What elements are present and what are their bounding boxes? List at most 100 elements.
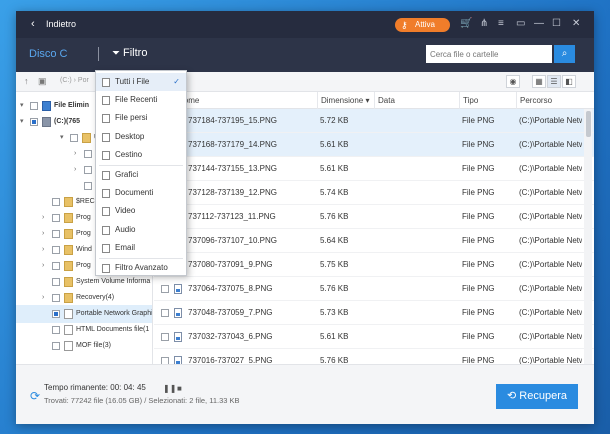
filter-menu-item[interactable]: Desktop: [96, 128, 186, 146]
filter-menu-item[interactable]: Tutti i File ✓: [96, 73, 186, 91]
table-row[interactable]: 737144-737155_13.PNG 5.61 KB File PNG (C:)\…: [154, 157, 594, 181]
tree-checkbox[interactable]: [52, 246, 60, 254]
close-icon[interactable]: ✕: [572, 18, 580, 29]
folder-icon: [82, 133, 91, 143]
table-row[interactable]: 737184-737195_15.PNG 5.72 KB File PNG (C:)\…: [154, 109, 594, 133]
tree-checkbox[interactable]: [52, 326, 60, 334]
filter-menu-item[interactable]: Documenti: [96, 184, 186, 202]
stop-icon[interactable]: ■: [177, 384, 182, 393]
disk-label[interactable]: Disco C: [29, 48, 68, 60]
up-arrow-icon[interactable]: ↑: [24, 76, 29, 86]
tree-checkbox[interactable]: [52, 310, 60, 318]
filter-button[interactable]: ⏷ Filtro: [112, 47, 147, 59]
filter-menu-item[interactable]: Filtro Avanzato: [96, 259, 186, 277]
recover-button[interactable]: ⟲ Recupera: [496, 384, 578, 409]
file-path: (C:)\Portable Netw...: [519, 212, 582, 221]
detail-view-button[interactable]: ◧: [562, 75, 576, 88]
share-icon[interactable]: ⋔: [480, 18, 488, 29]
file-type: File PNG: [462, 284, 495, 293]
file-name: 737096-737107_10.PNG: [188, 236, 277, 245]
filter-menu-label: Grafici: [115, 170, 139, 179]
tree-checkbox[interactable]: [52, 294, 60, 302]
vertical-scrollbar[interactable]: [584, 109, 592, 364]
tree-checkbox[interactable]: [30, 102, 38, 110]
table-row[interactable]: 737168-737179_14.PNG 5.61 KB File PNG (C:)\…: [154, 133, 594, 157]
filter-label: Filtro: [123, 47, 148, 59]
file-type: File PNG: [462, 212, 495, 221]
table-row[interactable]: 737096-737107_10.PNG 5.64 KB File PNG (C:)\…: [154, 229, 594, 253]
filter-menu-item[interactable]: Audio: [96, 221, 186, 239]
row-checkbox[interactable]: [161, 309, 169, 317]
list-icon: ☰: [550, 77, 558, 86]
table-row[interactable]: 737080-737091_9.PNG 5.75 KB File PNG (C:)\P…: [154, 253, 594, 277]
filter-menu-label: Video: [115, 206, 136, 216]
pause-icon[interactable]: ❚❚: [163, 384, 176, 393]
tree-checkbox[interactable]: [52, 342, 60, 350]
file-type-icon: [102, 132, 110, 142]
tree-checkbox[interactable]: [84, 182, 92, 190]
filter-menu-item[interactable]: Email: [96, 239, 186, 257]
column-date[interactable]: Data: [374, 92, 459, 109]
column-size[interactable]: Dimensione ▾: [317, 92, 374, 109]
filter-menu-label: File Recenti: [115, 95, 158, 105]
menu-icon[interactable]: ≡: [498, 18, 504, 29]
png-file-icon: [174, 284, 182, 294]
search-button[interactable]: ⌕: [554, 45, 575, 63]
tree-checkbox[interactable]: [84, 150, 92, 158]
search-input[interactable]: [426, 45, 552, 63]
file-path: (C:)\Portable Netw...: [519, 284, 582, 293]
file-size: 5.76 KB: [320, 212, 349, 221]
activate-button[interactable]: ⚷ Attiva: [395, 18, 450, 32]
file-type-icon: [102, 225, 110, 235]
restore-icon[interactable]: ▭: [516, 18, 525, 29]
chevron-left-icon[interactable]: ‹: [31, 18, 35, 30]
folder-icon: [64, 197, 73, 207]
preview-button[interactable]: ◉: [506, 75, 520, 88]
file-name: 737032-737043_6.PNG: [188, 332, 273, 341]
row-checkbox[interactable]: [161, 333, 169, 341]
table-row[interactable]: 737128-737139_12.PNG 5.74 KB File PNG (C:)\…: [154, 181, 594, 205]
maximize-icon[interactable]: ☐: [552, 18, 561, 29]
column-path[interactable]: Percorso: [516, 92, 594, 109]
back-button[interactable]: Indietro: [46, 19, 76, 29]
table-row[interactable]: 737112-737123_11.PNG 5.76 KB File PNG (C:)\…: [154, 205, 594, 229]
tree-checkbox[interactable]: [84, 166, 92, 174]
grid-view-button[interactable]: ▦: [532, 75, 546, 88]
list-view-button[interactable]: ☰: [547, 75, 561, 88]
minimize-icon[interactable]: —: [534, 18, 544, 29]
table-row[interactable]: 737048-737059_7.PNG 5.73 KB File PNG (C:)\P…: [154, 301, 594, 325]
tree-checkbox[interactable]: [30, 118, 38, 126]
cart-icon[interactable]: 🛒: [460, 18, 472, 29]
filter-menu-item[interactable]: File Recenti: [96, 91, 186, 109]
tree-checkbox[interactable]: [52, 198, 60, 206]
tree-checkbox[interactable]: [52, 278, 60, 286]
table-row[interactable]: 737016-737027_5.PNG 5.76 KB File PNG (C:)\P…: [154, 349, 594, 364]
filter-menu-item[interactable]: Cestino: [96, 146, 186, 164]
table-row[interactable]: 737032-737043_6.PNG 5.61 KB File PNG (C:)\P…: [154, 325, 594, 349]
filter-menu-item[interactable]: File persi: [96, 109, 186, 127]
column-type[interactable]: Tipo: [459, 92, 516, 109]
row-checkbox[interactable]: [161, 357, 169, 364]
file-name: 737184-737195_15.PNG: [188, 116, 277, 125]
file-type-icon: [102, 96, 110, 106]
tree-checkbox[interactable]: [52, 214, 60, 222]
tree-checkbox[interactable]: [52, 230, 60, 238]
table-row[interactable]: 737064-737075_8.PNG 5.76 KB File PNG (C:)\P…: [154, 277, 594, 301]
column-name[interactable]: Nome: [174, 92, 317, 109]
file-size: 5.76 KB: [320, 356, 349, 364]
tree-checkbox[interactable]: [70, 134, 78, 142]
folder-up-icon[interactable]: ▣: [38, 76, 47, 87]
scrollbar-thumb[interactable]: [586, 111, 591, 137]
row-checkbox[interactable]: [161, 285, 169, 293]
title-bar: ‹ Indietro ⚷ Attiva 🛒 ⋔ ≡ ▭ — ☐ ✕: [16, 11, 594, 38]
file-path: (C:)\Portable Netw...: [519, 332, 582, 341]
tree-item[interactable]: MOF file(3): [16, 337, 152, 355]
filter-menu-item[interactable]: Video: [96, 202, 186, 220]
tree-checkbox[interactable]: [52, 262, 60, 270]
file-name: 737112-737123_11.PNG: [188, 212, 276, 221]
file-name: 737144-737155_13.PNG: [188, 164, 277, 173]
filter-menu-item[interactable]: Grafici: [96, 166, 186, 184]
breadcrumb[interactable]: (C:) › Por: [60, 77, 89, 84]
file-type-icon: [102, 189, 110, 199]
filter-menu-label: Desktop: [115, 131, 145, 141]
